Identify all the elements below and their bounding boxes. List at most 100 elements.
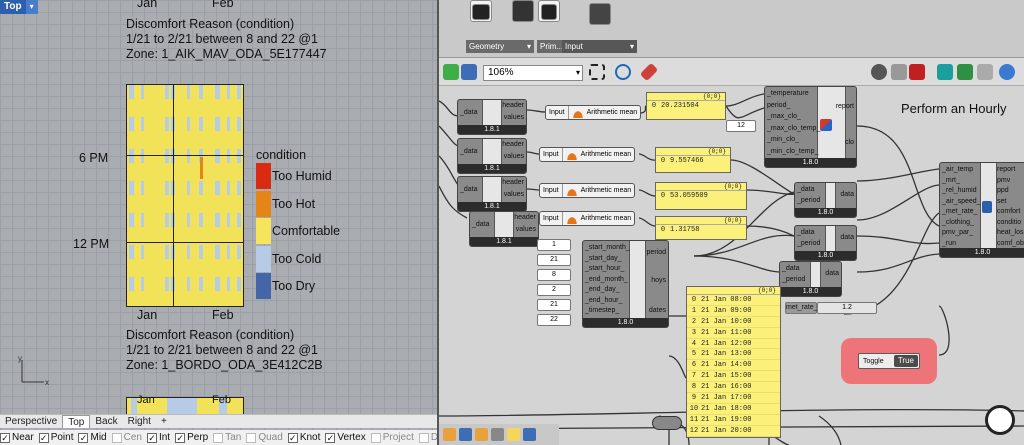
legend-label: Too Cold [272, 251, 322, 266]
checkbox[interactable]: ✓ [78, 432, 89, 443]
checkbox[interactable] [213, 432, 224, 443]
toggle-value[interactable]: True [893, 355, 918, 367]
list-icon[interactable] [589, 3, 611, 25]
checkbox[interactable] [111, 432, 122, 443]
number-slider[interactable]: 21 [537, 299, 571, 311]
sketch-pen-icon[interactable] [639, 62, 659, 82]
osnap-perp[interactable]: ✓ Perp [175, 432, 208, 443]
osnap-int[interactable]: ✓ Int [146, 432, 170, 443]
apply-analysis-period-component[interactable]: _data _period data 1.8.0 [794, 182, 857, 218]
osnap-point[interactable]: ✓ Point [38, 432, 73, 443]
number-slider[interactable]: 2 [537, 284, 571, 296]
heatmap-cells [187, 85, 190, 306]
preview-wire-icon[interactable] [891, 64, 907, 80]
display-mesh-icon[interactable] [937, 64, 953, 80]
checkbox[interactable]: ✓ [146, 432, 157, 443]
panel-row: 0 53.059509 [656, 191, 746, 202]
osnap-near[interactable]: ✓ Near [0, 432, 34, 443]
heatmap-cells [227, 85, 230, 306]
viewport-name[interactable]: Top [0, 0, 26, 14]
checkbox[interactable]: ✓ [325, 432, 336, 443]
checkbox[interactable] [418, 432, 429, 443]
checkbox[interactable]: ✓ [175, 432, 186, 443]
clothing-by-temperature-component[interactable]: _temperature period_ _max_clo_ _max_clo_tem… [764, 86, 857, 168]
apply-analysis-period-component[interactable]: _data _period data 1.8.0 [794, 225, 857, 261]
rhino-viewport[interactable]: Top ▾ Jan Feb Discomfort Reason (conditi… [0, 0, 437, 445]
arithmetic-mean-component[interactable]: Input Arithmetic mean [539, 147, 636, 162]
status-icon[interactable] [491, 428, 504, 441]
preview-selected-icon[interactable] [909, 64, 925, 80]
osnap-project[interactable]: Project [370, 432, 414, 443]
number-slider[interactable]: 12 [726, 120, 756, 132]
preview-off-icon[interactable] [871, 64, 887, 80]
value-panel[interactable]: {0;0} 0 9.557466 [655, 147, 731, 173]
checkbox[interactable] [246, 432, 257, 443]
status-icon[interactable] [443, 428, 456, 441]
ribbon-group-input[interactable]: Input ▾ [562, 40, 637, 53]
open-file-icon[interactable] [443, 64, 459, 80]
arithmetic-mean-component[interactable]: Input Arithmetic mean [545, 105, 642, 120]
arithmetic-mean-component[interactable]: Input Arithmetic mean [539, 183, 636, 198]
display-grid-icon[interactable] [957, 64, 973, 80]
panel-value: 21 Jan 11:00 [701, 328, 752, 337]
checkbox[interactable]: ✓ [287, 432, 298, 443]
number-slider[interactable]: 22 [537, 314, 571, 326]
checkbox[interactable]: ✓ [0, 432, 10, 443]
add-tab-button[interactable]: + [156, 415, 172, 428]
number-slider[interactable]: 1 [537, 239, 571, 251]
deconstruct-data-component[interactable]: _data header values 1.8.1 [457, 176, 527, 212]
zoom-extents-icon[interactable] [589, 64, 605, 80]
cube-icon[interactable] [512, 0, 534, 22]
pmv-comfort-component[interactable]: _air_temp _mrt_ _rel_humid _air_speed_ _met_… [939, 162, 1024, 258]
value-panel[interactable]: {0;0} 0 20.231504 [646, 92, 726, 120]
canvas-navigator-icon[interactable] [985, 405, 1015, 435]
viewport-title-tab[interactable]: Top ▾ [0, 0, 38, 14]
osnap-disable[interactable]: Disable [418, 432, 437, 443]
status-icon[interactable] [507, 428, 520, 441]
status-icon[interactable] [523, 428, 536, 441]
zoom-select[interactable]: 106% ▾ [483, 65, 583, 81]
value-panel[interactable]: {0;0} 0 1.31758 [655, 216, 747, 240]
tab-right[interactable]: Right [123, 415, 156, 428]
input-port-label: _temperature [767, 90, 809, 97]
relay-node[interactable] [652, 416, 682, 430]
tab-back[interactable]: Back [90, 415, 122, 428]
arithmetic-mean-component[interactable]: Input Arithmetic mean [539, 211, 636, 226]
grasshopper-canvas[interactable]: Perform an Hourly _data header values 1.8.1… [439, 86, 1024, 445]
sphere-icon[interactable] [999, 64, 1015, 80]
deconstruct-data-component[interactable]: _data header values 1.8.1 [457, 138, 527, 174]
tab-perspective[interactable]: Perspective [0, 415, 62, 428]
deconstruct-data-component[interactable]: _data header values 1.8.1 [469, 211, 539, 247]
panel-row: 0 1.31758 [656, 225, 746, 236]
number-slider[interactable]: 1.2 [817, 302, 877, 314]
wrench-icon[interactable] [472, 4, 490, 20]
ribbon-group-geometry[interactable]: Geometry ▾ [466, 40, 534, 53]
osnap-mid[interactable]: ✓ Mid [78, 432, 107, 443]
eye-icon[interactable] [615, 64, 631, 80]
apply-analysis-period-component[interactable]: _data _period data 1.8.0 [779, 261, 842, 297]
checkbox[interactable] [370, 432, 381, 443]
value-panel[interactable]: {0;0} 0 53.059509 [655, 182, 747, 210]
number-slider[interactable]: 8 [537, 269, 571, 281]
dates-panel[interactable]: {0;0} 0 21 Jan 08:00 1 21 Jan 09:00 2 21 Jan 1… [686, 286, 781, 438]
number-slider[interactable]: 21 [537, 254, 571, 266]
chevron-down-icon[interactable]: ▾ [25, 0, 38, 14]
boolean-toggle[interactable]: Toggle True [858, 353, 920, 369]
osnap-cen[interactable]: Cen [111, 432, 142, 443]
panel-value: 9.557466 [670, 157, 704, 165]
ribbon-group-primitive[interactable]: Prim... [537, 40, 563, 53]
status-icon[interactable] [459, 428, 472, 441]
checkbox[interactable]: ✓ [38, 432, 49, 443]
tab-top[interactable]: Top [62, 415, 91, 428]
osnap-knot[interactable]: ✓ Knot [287, 432, 320, 443]
deconstruct-data-component[interactable]: _data header values 1.8.1 [457, 99, 527, 135]
save-icon[interactable] [461, 64, 477, 80]
osnap-tan[interactable]: Tan [213, 432, 241, 443]
analysis-period-component[interactable]: _start_month_ _start_day_ _start_hour_ _end… [582, 240, 669, 328]
osnap-quad[interactable]: Quad [246, 432, 283, 443]
status-icon[interactable] [475, 428, 488, 441]
letter-a-icon[interactable] [541, 4, 557, 20]
bake-icon[interactable] [977, 64, 993, 80]
met-rate-label[interactable]: met_rate_ [785, 302, 818, 314]
osnap-vertex[interactable]: ✓ Vertex [325, 432, 366, 443]
